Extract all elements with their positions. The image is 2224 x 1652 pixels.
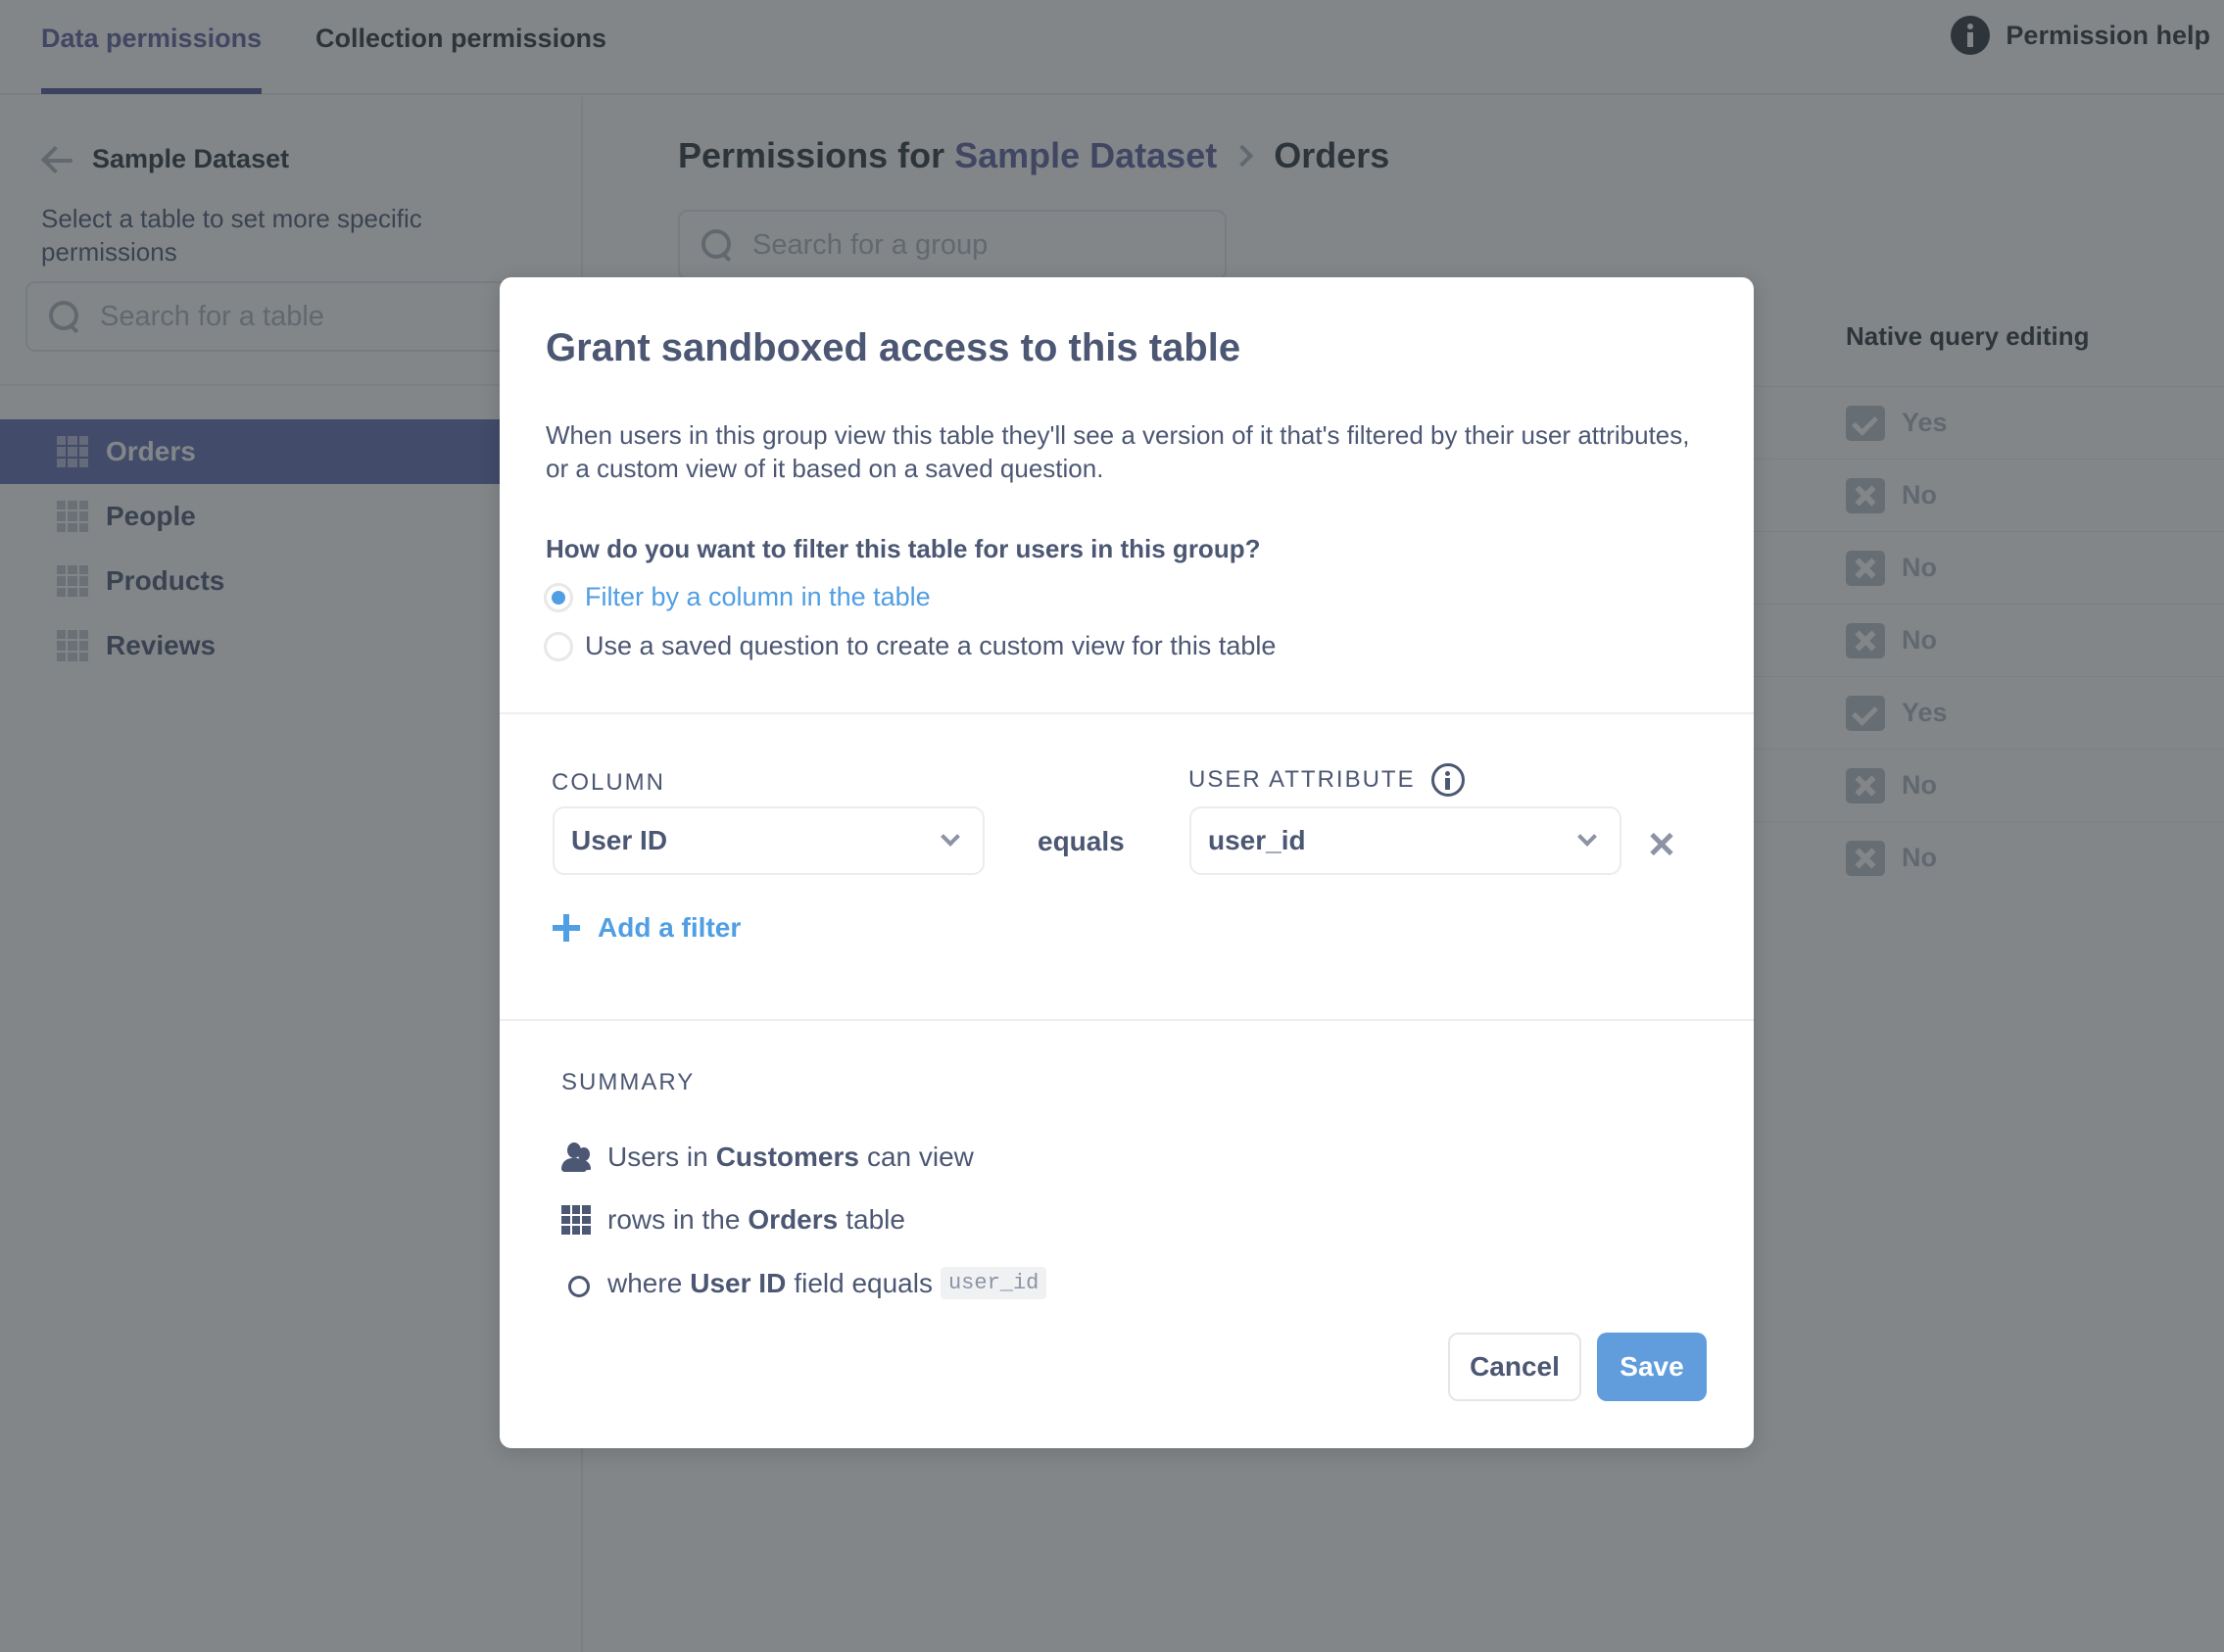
- modal-description: When users in this group view this table…: [546, 420, 1690, 483]
- summary-row-table: rows in the Orders table: [561, 1204, 905, 1236]
- remove-filter-close-icon[interactable]: [1648, 831, 1675, 858]
- summary-attribute-code: user_id: [940, 1267, 1047, 1299]
- summary-text: where: [607, 1267, 683, 1298]
- filter-question: How do you want to filter this table for…: [546, 534, 1261, 563]
- summary-group-name: Customers: [715, 1142, 859, 1172]
- modal-divider: [500, 712, 1754, 714]
- summary-row-group: Users in Customers can view: [561, 1142, 974, 1173]
- add-filter-button[interactable]: Add a filter: [553, 912, 741, 944]
- option-saved-question[interactable]: Use a saved question to create a custom …: [544, 631, 1276, 661]
- circle-icon: [561, 1269, 591, 1298]
- table-grid-icon: [561, 1205, 591, 1235]
- summary-text: Users in: [607, 1142, 708, 1172]
- modal-title: Grant sandboxed access to this table: [546, 326, 1241, 369]
- summary-row-filter: where User ID field equals user_id: [561, 1267, 1047, 1299]
- operator-label: equals: [1038, 826, 1125, 856]
- summary-text: rows in the: [607, 1204, 741, 1235]
- add-filter-label: Add a filter: [598, 912, 742, 943]
- cancel-button[interactable]: Cancel: [1448, 1333, 1581, 1401]
- option-label: Filter by a column in the table: [585, 582, 931, 611]
- plus-icon: [553, 914, 580, 942]
- summary-text: table: [846, 1204, 905, 1235]
- info-icon[interactable]: [1430, 763, 1465, 797]
- summary-table-name: Orders: [748, 1204, 839, 1235]
- summary-text: can view: [866, 1142, 974, 1172]
- user-attribute-select[interactable]: user_id: [1189, 806, 1621, 875]
- people-icon: [561, 1142, 591, 1172]
- user-attribute-select-value: user_id: [1208, 825, 1306, 855]
- user-attribute-label: USER ATTRIBUTE: [1188, 763, 1465, 797]
- radio-unselected-icon[interactable]: [544, 631, 573, 661]
- user-attribute-label-text: USER ATTRIBUTE: [1188, 766, 1416, 793]
- save-button[interactable]: Save: [1597, 1333, 1707, 1401]
- chevron-down-icon: [1577, 827, 1597, 847]
- summary-label: SUMMARY: [561, 1069, 696, 1095]
- modal-divider: [500, 1019, 1754, 1021]
- column-select[interactable]: User ID: [553, 806, 985, 875]
- summary-field-name: User ID: [690, 1267, 787, 1298]
- option-label: Use a saved question to create a custom …: [585, 631, 1277, 660]
- column-select-value: User ID: [571, 825, 668, 855]
- option-filter-by-column[interactable]: Filter by a column in the table: [544, 582, 931, 612]
- chevron-down-icon: [941, 827, 960, 847]
- column-label: COLUMN: [552, 769, 666, 796]
- sandbox-modal: Grant sandboxed access to this table Whe…: [500, 277, 1754, 1448]
- summary-text: field equals: [794, 1267, 933, 1298]
- radio-selected-icon[interactable]: [544, 582, 573, 612]
